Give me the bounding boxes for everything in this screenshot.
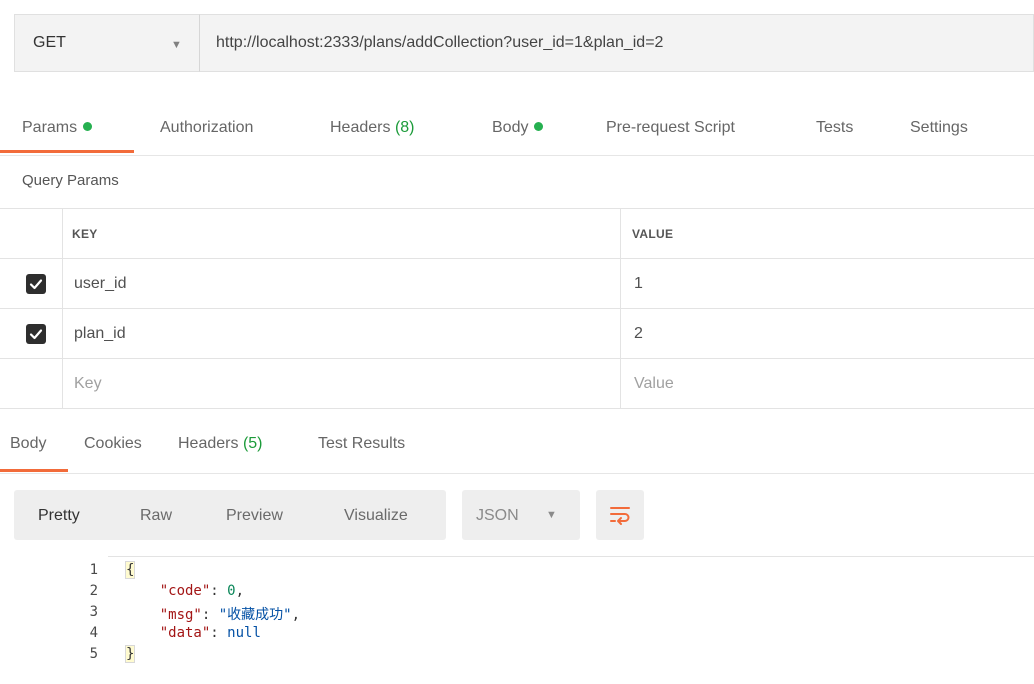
format-select[interactable]: JSON ▼ <box>462 490 580 540</box>
tab-response-headers[interactable]: Headers (5) <box>178 420 263 470</box>
method-select[interactable]: GET ▼ <box>14 14 200 72</box>
table-row-new: Key Value <box>0 359 1034 409</box>
json-value: "收藏成功" <box>218 607 292 623</box>
tab-pre-request-label: Pre-request Script <box>606 119 735 136</box>
tab-response-headers-label: Headers <box>178 435 239 452</box>
tab-headers-count: (8) <box>394 119 415 136</box>
tab-params-label: Params <box>22 119 78 136</box>
status-dot-icon <box>534 122 544 131</box>
check-icon <box>29 279 43 290</box>
tab-settings[interactable]: Settings <box>910 104 968 156</box>
code-line: "code": 0, <box>159 583 245 599</box>
check-icon <box>29 329 43 340</box>
line-number: 1 <box>89 562 98 578</box>
code-line: { <box>124 561 136 579</box>
query-params-title: Query Params <box>22 172 119 189</box>
value-header: VALUE <box>632 227 674 241</box>
tab-headers[interactable]: Headers (8) <box>330 104 415 156</box>
code-line: } <box>124 645 136 663</box>
param-key[interactable]: user_id <box>74 259 126 309</box>
tab-body-label: Body <box>492 119 529 136</box>
caret-down-icon: ▼ <box>171 39 182 51</box>
tab-authorization-label: Authorization <box>160 119 254 136</box>
line-number: 4 <box>89 625 98 641</box>
method-label: GET <box>33 34 66 51</box>
tab-test-results[interactable]: Test Results <box>318 420 405 470</box>
table-row: plan_id 2 <box>0 309 1034 359</box>
active-response-tab-indicator <box>0 469 68 472</box>
wrap-lines-button[interactable] <box>596 490 644 540</box>
table-header-row: KEY VALUE <box>0 209 1034 259</box>
close-brace: } <box>124 645 136 663</box>
tab-headers-label: Headers <box>330 119 391 136</box>
tab-cookies[interactable]: Cookies <box>84 420 142 470</box>
status-dot-icon <box>83 122 93 131</box>
response-tabs: Body Cookies Headers (5) Test Results <box>0 420 1034 474</box>
tab-body[interactable]: Body <box>492 104 544 156</box>
code-line: "msg": "收藏成功", <box>159 607 301 623</box>
json-value: 0 <box>227 583 236 599</box>
new-value-input[interactable]: Value <box>634 359 674 409</box>
param-checkbox[interactable] <box>26 274 46 294</box>
tab-tests[interactable]: Tests <box>816 104 853 156</box>
table-row: user_id 1 <box>0 259 1034 309</box>
key-header: KEY <box>72 227 98 241</box>
json-key: "msg" <box>159 607 202 623</box>
tab-authorization[interactable]: Authorization <box>160 104 253 156</box>
view-raw-button[interactable]: Raw <box>140 490 172 540</box>
line-number: 5 <box>89 646 98 662</box>
active-tab-indicator <box>0 150 134 153</box>
tab-response-body[interactable]: Body <box>10 420 46 470</box>
line-number: 2 <box>89 583 98 599</box>
json-key: "data" <box>159 625 211 641</box>
view-pretty-button[interactable]: Pretty <box>38 490 80 540</box>
request-tabs: Params Authorization Headers (8) Body Pr… <box>0 104 1034 156</box>
param-checkbox[interactable] <box>26 324 46 344</box>
url-input[interactable]: http://localhost:2333/plans/addCollectio… <box>199 14 1034 72</box>
json-value: null <box>227 625 261 641</box>
tab-pre-request-script[interactable]: Pre-request Script <box>606 104 735 156</box>
json-key: "code" <box>159 583 211 599</box>
request-bar: GET ▼ http://localhost:2333/plans/addCol… <box>0 0 1034 88</box>
wrap-lines-icon <box>610 507 630 525</box>
code-line: "data": null <box>159 625 261 641</box>
tab-tests-label: Tests <box>816 119 854 136</box>
response-body-code[interactable]: 1 2 3 4 5 { "code": 0, "msg": "收藏成功", "d… <box>0 556 1034 684</box>
caret-down-icon: ▼ <box>546 509 557 521</box>
line-number: 3 <box>89 604 98 620</box>
format-label: JSON <box>476 507 519 524</box>
tab-response-headers-count: (5) <box>242 435 263 452</box>
new-key-input[interactable]: Key <box>74 359 102 409</box>
view-preview-button[interactable]: Preview <box>226 490 283 540</box>
tab-settings-label: Settings <box>910 119 968 136</box>
view-visualize-button[interactable]: Visualize <box>344 490 408 540</box>
param-key[interactable]: plan_id <box>74 309 126 359</box>
param-value[interactable]: 2 <box>634 309 643 359</box>
open-brace: { <box>124 561 136 579</box>
view-mode-group: Pretty Raw Preview Visualize <box>14 490 446 540</box>
query-params-table: KEY VALUE user_id 1 plan_id 2 Key Value <box>0 208 1034 409</box>
tab-params[interactable]: Params <box>22 104 93 156</box>
url-text: http://localhost:2333/plans/addCollectio… <box>216 34 664 51</box>
param-value[interactable]: 1 <box>634 259 643 309</box>
